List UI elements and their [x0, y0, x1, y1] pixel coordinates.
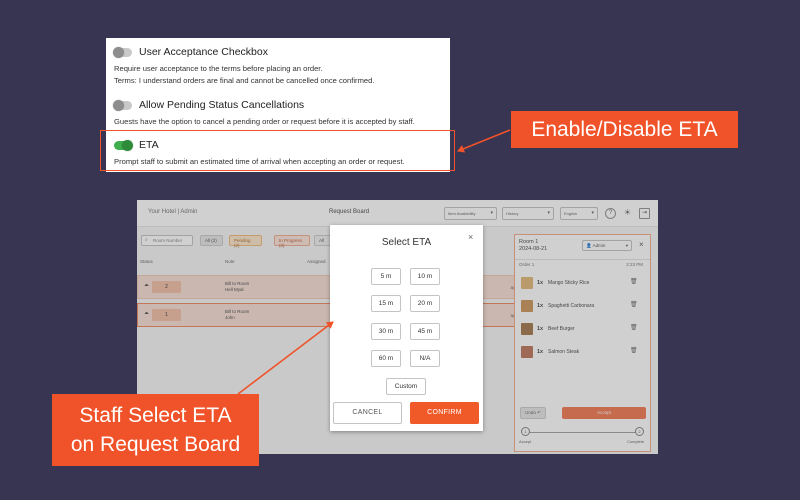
setting-user-acceptance: User Acceptance Checkbox Require user ac…: [113, 44, 444, 86]
setting-title: Allow Pending Status Cancellations: [139, 99, 305, 111]
user-acceptance-toggle[interactable]: [113, 46, 132, 58]
callout-staff-select-eta: Staff Select ETA on Request Board: [52, 394, 259, 466]
eta-option-20m[interactable]: 20 m: [410, 295, 440, 312]
eta-highlight-box: [100, 130, 455, 171]
select-eta-modal: Select ETA × 5 m 10 m 15 m 20 m 30 m 45 …: [330, 225, 483, 431]
modal-title: Select ETA: [381, 237, 432, 248]
eta-option-30m[interactable]: 30 m: [371, 323, 401, 340]
setting-title: User Acceptance Checkbox: [139, 46, 268, 58]
eta-option-15m[interactable]: 15 m: [371, 295, 401, 312]
cancel-button[interactable]: CANCEL: [333, 402, 402, 424]
eta-option-5m[interactable]: 5 m: [371, 268, 401, 285]
eta-option-10m[interactable]: 10 m: [410, 268, 440, 285]
eta-option-na[interactable]: N/A: [410, 350, 440, 367]
pending-cancellations-toggle[interactable]: [113, 99, 132, 111]
setting-pending-cancellations: Allow Pending Status Cancellations Guest…: [113, 97, 444, 127]
setting-description: Require user acceptance to the terms bef…: [114, 64, 323, 73]
eta-option-45m[interactable]: 45 m: [410, 323, 440, 340]
callout-line: on Request Board: [70, 433, 241, 456]
setting-description: Guests have the option to cancel a pendi…: [114, 117, 415, 126]
setting-description: Terms: I understand orders are final and…: [114, 76, 375, 85]
eta-custom-button[interactable]: Custom: [386, 378, 426, 395]
callout-enable-eta: Enable/Disable ETA: [511, 111, 738, 148]
callout-line: Staff Select ETA: [79, 404, 232, 427]
confirm-button[interactable]: CONFIRM: [410, 402, 479, 424]
close-icon[interactable]: ×: [468, 232, 473, 242]
arrow-to-eta-setting: [457, 129, 511, 153]
eta-option-60m[interactable]: 60 m: [371, 350, 401, 367]
